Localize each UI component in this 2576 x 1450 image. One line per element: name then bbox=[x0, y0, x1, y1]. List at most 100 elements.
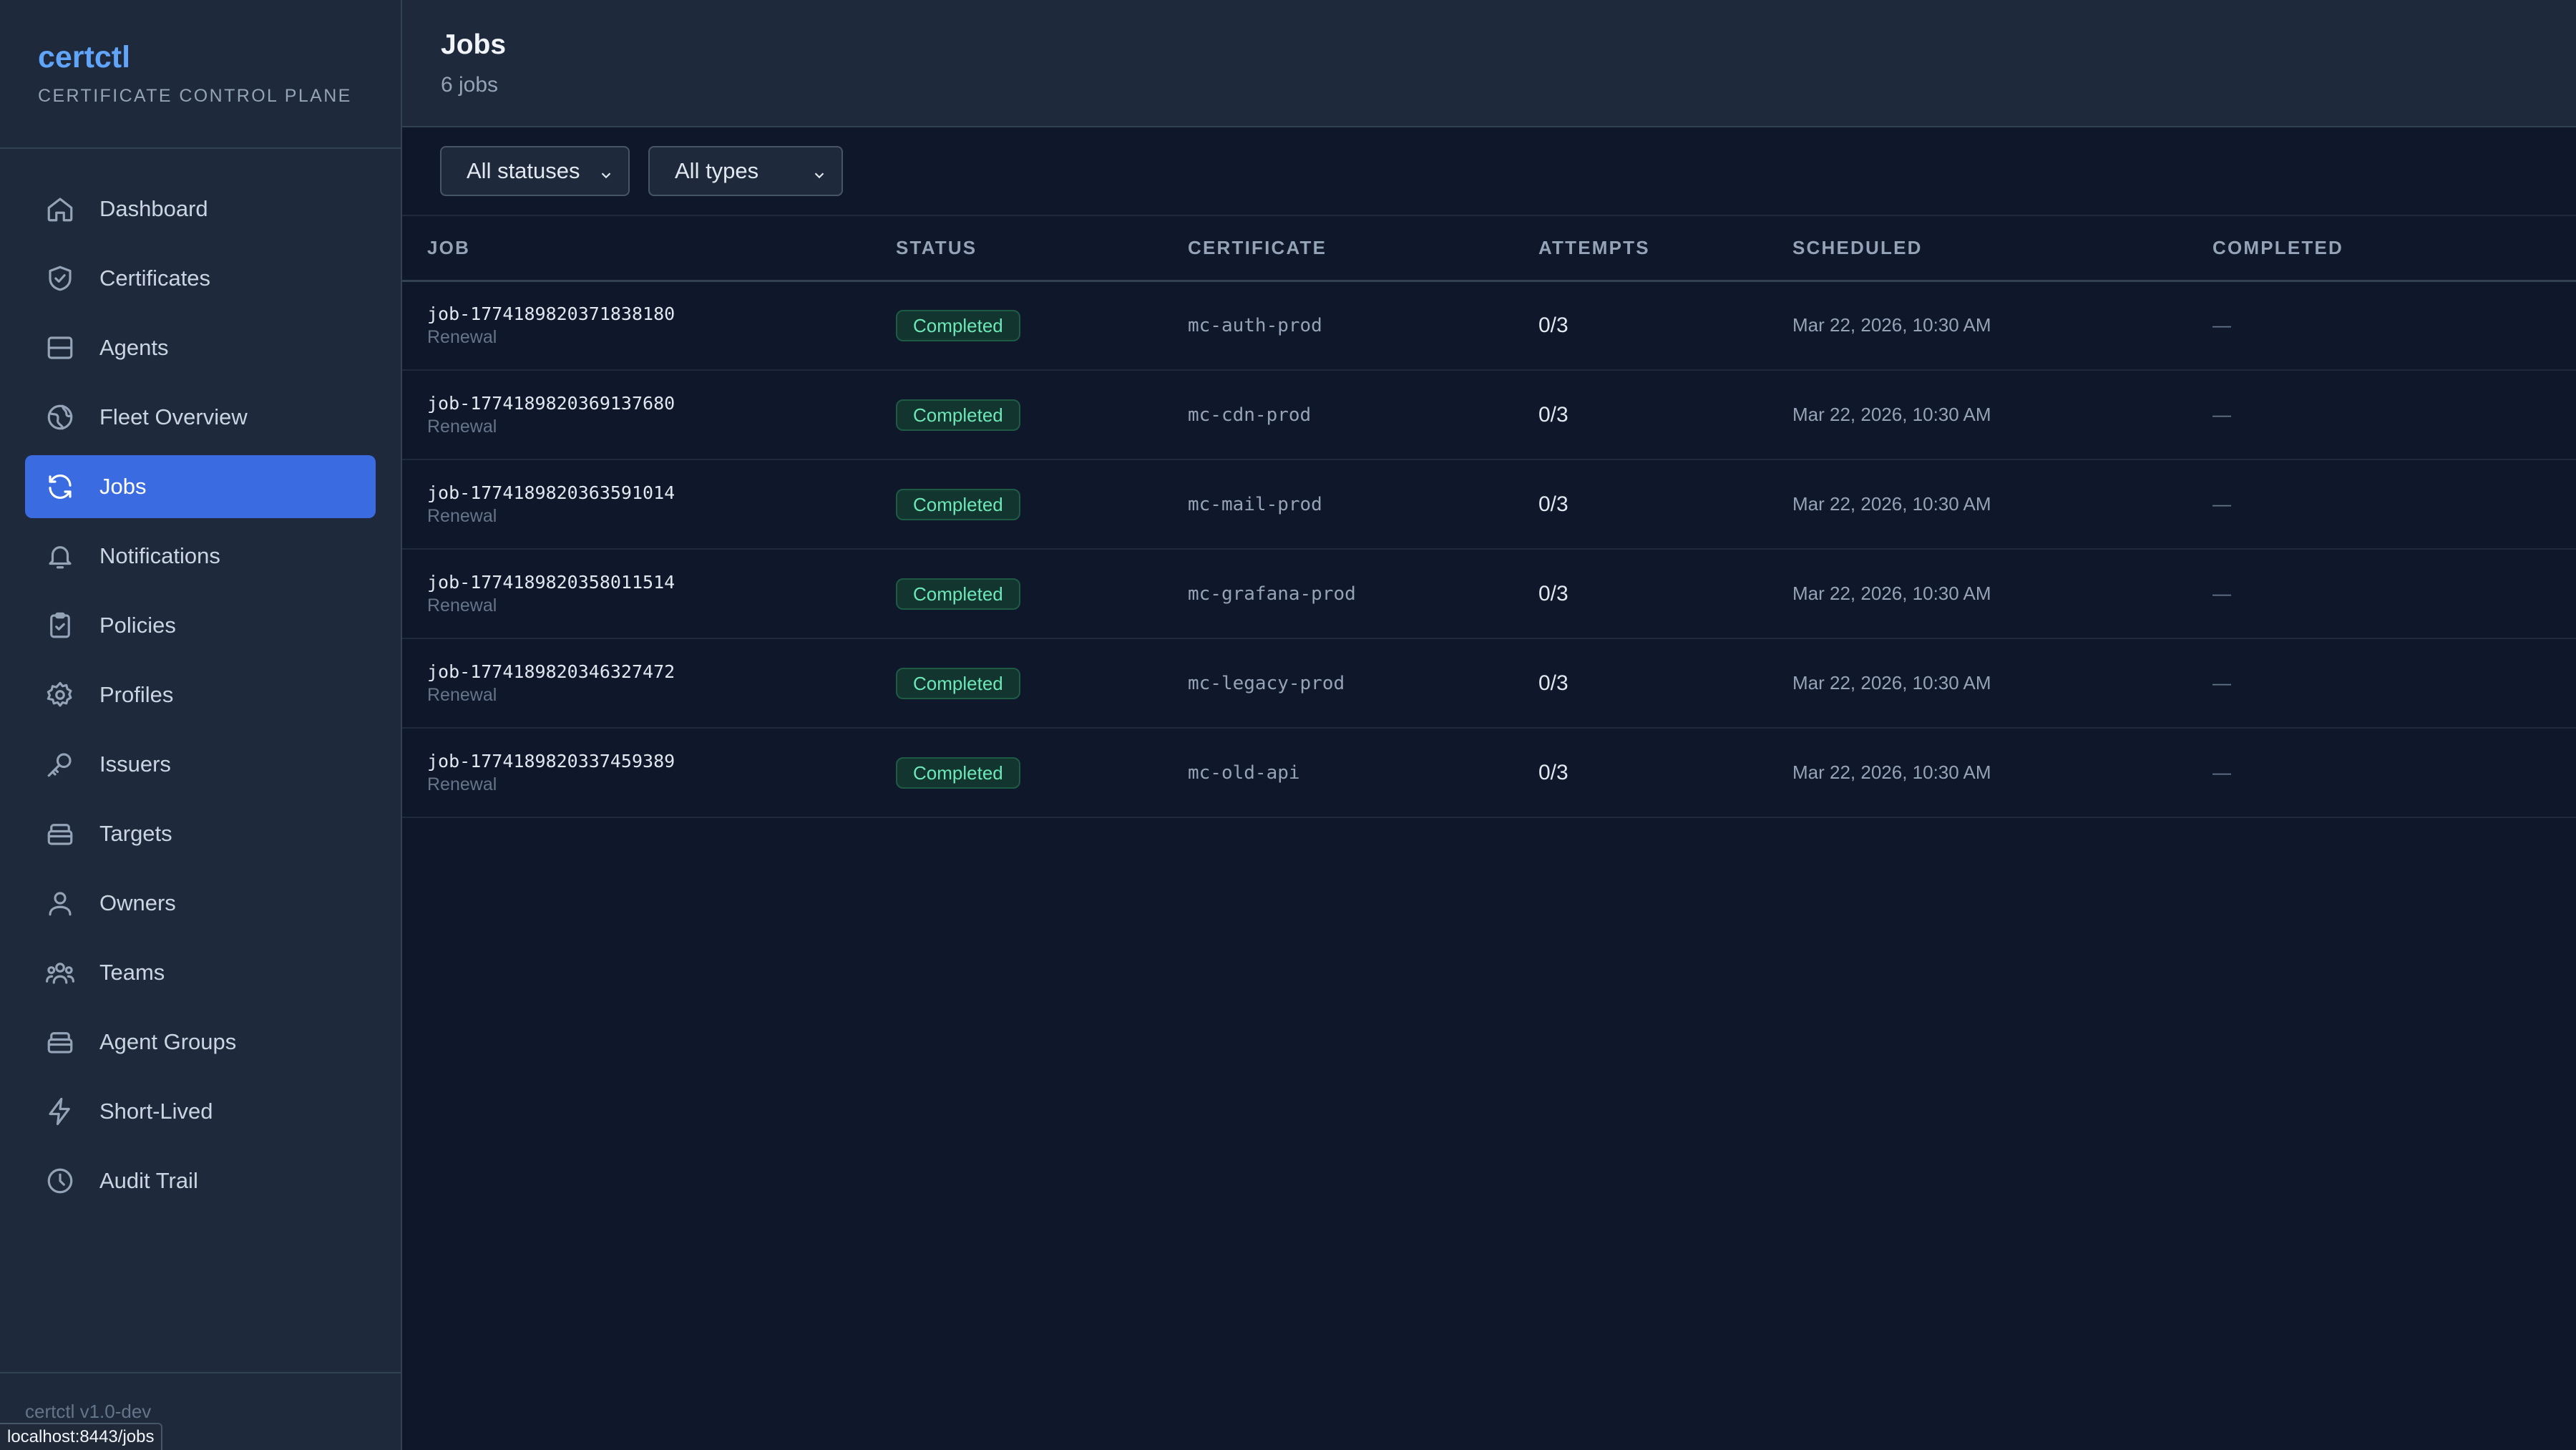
sidebar-item-label: Certificates bbox=[99, 266, 211, 291]
home-icon bbox=[45, 194, 75, 224]
page-title: Jobs bbox=[441, 29, 507, 60]
sidebar-item-label: Fleet Overview bbox=[99, 404, 248, 429]
sidebar-item-label: Jobs bbox=[99, 474, 147, 499]
sidebar-item-jobs[interactable]: Jobs bbox=[25, 455, 376, 518]
type-filter-value: All types bbox=[675, 158, 759, 183]
job-type: Renewal bbox=[427, 684, 497, 705]
sidebar-item-owners[interactable]: Owners bbox=[25, 872, 376, 935]
job-type: Renewal bbox=[427, 326, 497, 347]
column-header-completed[interactable]: COMPLETED bbox=[2212, 216, 2576, 281]
table-row[interactable]: job-1774189820337459389 Renewal Completed… bbox=[402, 728, 2576, 817]
bolt-icon bbox=[45, 1096, 75, 1127]
scheduled-time: Mar 22, 2026, 10:30 AM bbox=[1792, 762, 1991, 783]
completed-time: — bbox=[2212, 493, 2231, 515]
attempts-count: 0/3 bbox=[1538, 492, 1568, 516]
certificate-name[interactable]: mc-cdn-prod bbox=[1188, 404, 1311, 426]
table-row[interactable]: job-1774189820369137680 Renewal Completed… bbox=[402, 370, 2576, 459]
attempts-count: 0/3 bbox=[1538, 671, 1568, 695]
completed-time: — bbox=[2212, 314, 2231, 336]
certificate-name[interactable]: mc-grafana-prod bbox=[1188, 583, 1356, 605]
stack-icon bbox=[45, 819, 75, 849]
scheduled-time: Mar 22, 2026, 10:30 AM bbox=[1792, 583, 1991, 604]
sidebar-item-policies[interactable]: Policies bbox=[25, 594, 376, 657]
page-subtitle: 6 jobs bbox=[441, 73, 499, 97]
attempts-count: 0/3 bbox=[1538, 313, 1568, 337]
sidebar-item-short-lived[interactable]: Short-Lived bbox=[25, 1080, 376, 1143]
column-header-certificate[interactable]: CERTIFICATE bbox=[1188, 216, 1538, 281]
brand: certctl CERTIFICATE CONTROL PLANE bbox=[0, 0, 401, 149]
job-type: Renewal bbox=[427, 774, 497, 794]
globe-icon bbox=[45, 402, 75, 432]
sidebar-item-label: Agent Groups bbox=[99, 1029, 237, 1054]
server-icon bbox=[45, 333, 75, 363]
clipboard-icon bbox=[45, 610, 75, 641]
table-row[interactable]: job-1774189820363591014 Renewal Completed… bbox=[402, 459, 2576, 549]
sidebar-item-label: Owners bbox=[99, 890, 176, 915]
main-content: Jobs 6 jobs All statuses All types JOB S… bbox=[402, 0, 2576, 1450]
completed-time: — bbox=[2212, 404, 2231, 425]
app-root: certctl CERTIFICATE CONTROL PLANE Dashbo… bbox=[0, 0, 2576, 1450]
scheduled-time: Mar 22, 2026, 10:30 AM bbox=[1792, 404, 1991, 425]
type-filter-select[interactable]: All types bbox=[648, 146, 843, 196]
completed-time: — bbox=[2212, 583, 2231, 604]
job-type: Renewal bbox=[427, 505, 497, 526]
sidebar: certctl CERTIFICATE CONTROL PLANE Dashbo… bbox=[0, 0, 402, 1450]
sidebar-item-label: Notifications bbox=[99, 543, 220, 568]
certificate-name[interactable]: mc-auth-prod bbox=[1188, 315, 1322, 336]
sidebar-item-notifications[interactable]: Notifications bbox=[25, 525, 376, 588]
jobs-table: JOB STATUS CERTIFICATE ATTEMPTS SCHEDULE… bbox=[402, 216, 2576, 818]
job-id[interactable]: job-1774189820371838180 bbox=[427, 303, 896, 324]
column-header-scheduled[interactable]: SCHEDULED bbox=[1792, 216, 2212, 281]
sidebar-item-label: Targets bbox=[99, 821, 172, 846]
job-id[interactable]: job-1774189820337459389 bbox=[427, 751, 896, 772]
completed-time: — bbox=[2212, 672, 2231, 694]
status-badge: Completed bbox=[896, 578, 1020, 610]
job-id[interactable]: job-1774189820369137680 bbox=[427, 393, 896, 414]
sidebar-item-label: Profiles bbox=[99, 682, 174, 707]
certificate-name[interactable]: mc-legacy-prod bbox=[1188, 673, 1345, 694]
sidebar-item-label: Dashboard bbox=[99, 196, 208, 221]
sidebar-item-profiles[interactable]: Profiles bbox=[25, 663, 376, 726]
job-id[interactable]: job-1774189820363591014 bbox=[427, 482, 896, 503]
certificate-name[interactable]: mc-mail-prod bbox=[1188, 494, 1322, 515]
attempts-count: 0/3 bbox=[1538, 760, 1568, 784]
sidebar-item-label: Audit Trail bbox=[99, 1168, 198, 1193]
browser-status-url: localhost:8443/jobs bbox=[0, 1423, 163, 1450]
sidebar-item-agents[interactable]: Agents bbox=[25, 316, 376, 379]
refresh-icon bbox=[45, 472, 75, 502]
chevron-down-icon bbox=[811, 163, 827, 179]
sidebar-item-audit-trail[interactable]: Audit Trail bbox=[25, 1149, 376, 1212]
sidebar-item-teams[interactable]: Teams bbox=[25, 941, 376, 1004]
users-icon bbox=[45, 958, 75, 988]
job-id[interactable]: job-1774189820358011514 bbox=[427, 572, 896, 593]
sidebar-item-fleet-overview[interactable]: Fleet Overview bbox=[25, 386, 376, 449]
status-badge: Completed bbox=[896, 488, 1020, 520]
sidebar-nav: Dashboard Certificates Agents Fleet Over… bbox=[0, 149, 401, 1212]
sidebar-item-label: Agents bbox=[99, 335, 169, 360]
sidebar-item-certificates[interactable]: Certificates bbox=[25, 247, 376, 310]
sidebar-item-targets[interactable]: Targets bbox=[25, 802, 376, 865]
column-header-attempts[interactable]: ATTEMPTS bbox=[1538, 216, 1792, 281]
key-icon bbox=[45, 749, 75, 779]
table-header-row: JOB STATUS CERTIFICATE ATTEMPTS SCHEDULE… bbox=[402, 216, 2576, 281]
job-id[interactable]: job-1774189820346327472 bbox=[427, 661, 896, 682]
certificate-name[interactable]: mc-old-api bbox=[1188, 762, 1300, 784]
job-type: Renewal bbox=[427, 416, 497, 437]
attempts-count: 0/3 bbox=[1538, 581, 1568, 605]
gear-icon bbox=[45, 680, 75, 710]
sidebar-item-dashboard[interactable]: Dashboard bbox=[25, 177, 376, 240]
sidebar-item-issuers[interactable]: Issuers bbox=[25, 733, 376, 796]
page-header: Jobs 6 jobs bbox=[402, 0, 2576, 127]
sidebar-item-agent-groups[interactable]: Agent Groups bbox=[25, 1011, 376, 1074]
shield-icon bbox=[45, 263, 75, 293]
table-row[interactable]: job-1774189820371838180 Renewal Completed… bbox=[402, 281, 2576, 370]
status-filter-select[interactable]: All statuses bbox=[440, 146, 630, 196]
layers-icon bbox=[45, 1027, 75, 1057]
status-filter-value: All statuses bbox=[467, 158, 580, 183]
column-header-job[interactable]: JOB bbox=[402, 216, 896, 281]
table-row[interactable]: job-1774189820346327472 Renewal Completed… bbox=[402, 638, 2576, 728]
brand-name[interactable]: certctl bbox=[38, 36, 401, 79]
column-header-status[interactable]: STATUS bbox=[896, 216, 1188, 281]
table-row[interactable]: job-1774189820358011514 Renewal Completed… bbox=[402, 549, 2576, 638]
filter-bar: All statuses All types bbox=[402, 127, 2576, 216]
